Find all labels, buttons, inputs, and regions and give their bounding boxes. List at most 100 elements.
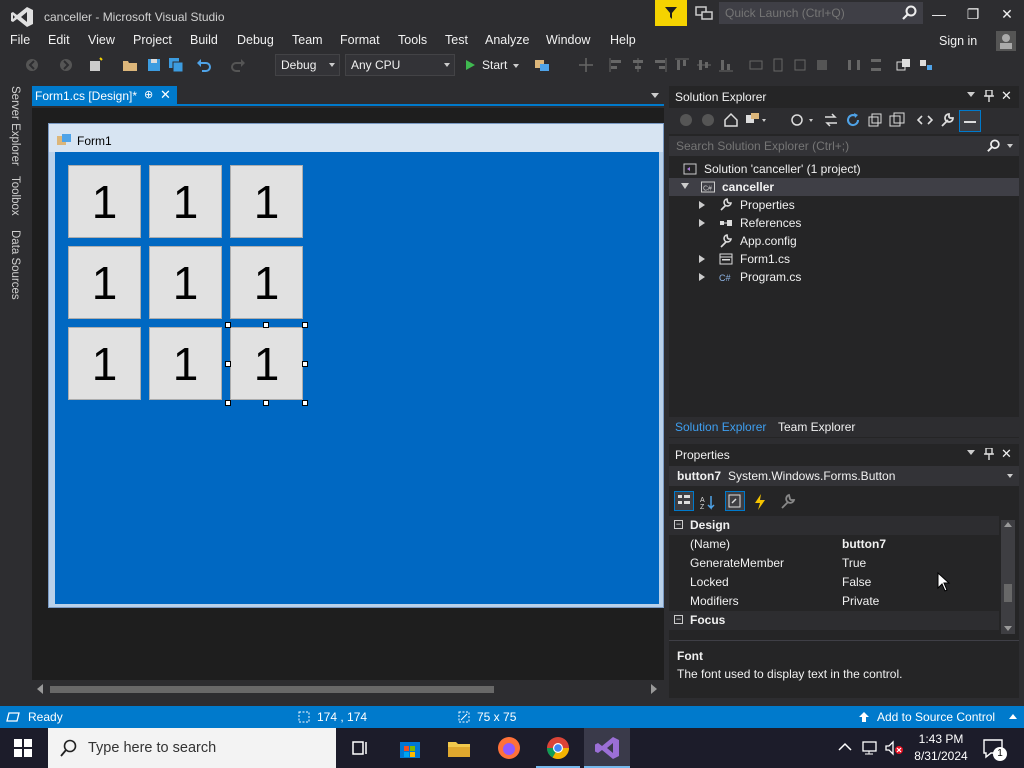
resize-handle[interactable] (263, 400, 269, 406)
resize-handle[interactable] (302, 322, 308, 328)
forward-icon[interactable] (701, 113, 715, 127)
align-rights-icon[interactable] (652, 57, 668, 73)
close-tab-icon[interactable]: ✕ (160, 87, 171, 103)
property-pages-wrench-icon[interactable] (779, 493, 797, 511)
menu-build[interactable]: Build (190, 33, 218, 47)
search-options-chevron-icon[interactable] (1007, 144, 1013, 148)
pin-icon[interactable] (984, 448, 994, 460)
resize-handle[interactable] (263, 322, 269, 328)
grid-button[interactable]: 1 (149, 246, 222, 319)
property-value[interactable]: Private (842, 594, 879, 608)
notification-center-button[interactable]: 1 (980, 734, 1008, 762)
tree-solution-node[interactable]: Solution 'canceller' (1 project) (669, 160, 1019, 178)
file-explorer-icon[interactable] (445, 734, 473, 762)
tab-team-explorer[interactable]: Team Explorer (778, 420, 855, 434)
form-client-area[interactable]: 1 1 1 1 1 1 1 1 1 (55, 152, 659, 604)
align-tops-icon[interactable] (674, 57, 690, 73)
quick-launch-box[interactable] (719, 2, 923, 24)
align-centers-icon[interactable] (630, 57, 646, 73)
close-panel-icon[interactable]: ✕ (1001, 88, 1012, 104)
form-window[interactable]: Form1 1 1 1 1 1 1 1 1 1 (48, 123, 664, 608)
property-row-generatemember[interactable]: GenerateMember True (669, 554, 999, 573)
tree-item-properties[interactable]: Properties (669, 196, 1019, 214)
resize-handle[interactable] (302, 361, 308, 367)
network-icon[interactable] (861, 740, 879, 756)
scroll-left-arrow-icon[interactable] (37, 684, 43, 694)
category-design[interactable]: − Design (669, 516, 999, 535)
visual-studio-logo-icon[interactable] (10, 6, 34, 28)
scroll-right-arrow-icon[interactable] (651, 684, 657, 694)
tree-item-references[interactable]: References (669, 214, 1019, 232)
object-selector[interactable]: button7 System.Windows.Forms.Button (669, 466, 1019, 486)
sign-in-link[interactable]: Sign in (939, 34, 977, 48)
configuration-dropdown[interactable]: Debug (275, 54, 340, 76)
properties-view-button[interactable] (725, 491, 745, 511)
search-icon[interactable] (987, 139, 1001, 153)
volume-muted-icon[interactable] (884, 740, 904, 756)
back-icon[interactable] (679, 113, 693, 127)
minimize-button[interactable]: — (927, 4, 951, 24)
panel-menu-chevron-icon[interactable] (967, 450, 975, 455)
firefox-icon[interactable] (495, 734, 523, 762)
properties-wrench-icon[interactable] (939, 112, 955, 128)
open-file-icon[interactable] (122, 57, 138, 73)
navigate-back-icon[interactable] (24, 57, 40, 73)
alphabetical-icon[interactable]: AZ (699, 493, 717, 511)
make-same-height-icon[interactable] (770, 57, 786, 73)
scrollbar-thumb[interactable] (50, 686, 494, 693)
tree-item-app-config[interactable]: App.config (669, 232, 1019, 250)
grid-button[interactable]: 1 (68, 165, 141, 238)
property-row-modifiers[interactable]: Modifiers Private (669, 592, 999, 611)
grid-button[interactable]: 1 (230, 246, 303, 319)
toolbox-tab[interactable]: Toolbox (9, 176, 21, 216)
resize-handle[interactable] (302, 400, 308, 406)
scrollbar-thumb[interactable] (1004, 584, 1012, 602)
menu-tools[interactable]: Tools (398, 33, 427, 47)
collapse-box-icon[interactable]: − (674, 520, 683, 529)
menu-test[interactable]: Test (445, 33, 468, 47)
visual-studio-taskbar-button[interactable] (584, 728, 630, 768)
start-button[interactable]: Start (464, 56, 524, 74)
categorized-button[interactable] (674, 491, 694, 511)
solution-search-box[interactable] (669, 136, 1019, 156)
preview-selected-button[interactable] (959, 110, 981, 132)
tree-item-program-cs[interactable]: C# Program.cs (669, 268, 1019, 286)
chrome-taskbar-button[interactable] (536, 728, 580, 768)
system-clock[interactable]: 1:43 PM 8/31/2024 (906, 731, 976, 765)
make-same-size-icon[interactable] (792, 57, 808, 73)
close-panel-icon[interactable]: ✕ (1001, 446, 1012, 462)
menu-window[interactable]: Window (546, 33, 590, 47)
grid-button[interactable]: 1 (149, 327, 222, 400)
collapse-box-icon[interactable]: − (674, 615, 683, 624)
windows-start-icon[interactable] (14, 739, 32, 757)
tree-project-node[interactable]: C# canceller (669, 178, 1019, 196)
sync-icon[interactable] (823, 112, 839, 128)
menu-team[interactable]: Team (292, 33, 323, 47)
menu-project[interactable]: Project (133, 33, 172, 47)
pending-changes-filter-icon[interactable] (789, 112, 815, 128)
property-value[interactable]: button7 (842, 537, 886, 551)
properties-vertical-scrollbar[interactable] (1001, 520, 1015, 634)
add-to-source-control-button[interactable]: Add to Source Control (856, 706, 1024, 728)
collapsed-chevron-icon[interactable] (699, 273, 705, 281)
menu-help[interactable]: Help (610, 33, 636, 47)
collapse-all-icon[interactable] (867, 112, 883, 128)
taskbar-search-box[interactable]: Type here to search (48, 728, 336, 768)
menu-format[interactable]: Format (340, 33, 380, 47)
property-row-name[interactable]: (Name) button7 (669, 535, 999, 554)
switch-views-icon[interactable] (745, 112, 767, 128)
pin-icon[interactable]: ⊕ (144, 88, 153, 101)
menu-edit[interactable]: Edit (48, 33, 70, 47)
horizontal-spacing-icon[interactable] (846, 57, 862, 73)
solution-search-input[interactable] (669, 136, 969, 156)
grid-button[interactable]: 1 (68, 246, 141, 319)
quick-launch-input[interactable] (720, 3, 900, 23)
property-value[interactable]: True (842, 556, 866, 570)
tab-order-icon[interactable] (918, 57, 934, 73)
refresh-icon[interactable] (845, 112, 861, 128)
tab-form1-design[interactable]: Form1.cs [Design]* ⊕ ✕ (32, 86, 177, 106)
restore-button[interactable]: ❐ (961, 4, 985, 24)
resize-handle[interactable] (225, 322, 231, 328)
resize-handle[interactable] (225, 400, 231, 406)
expanded-chevron-icon[interactable] (681, 183, 689, 189)
